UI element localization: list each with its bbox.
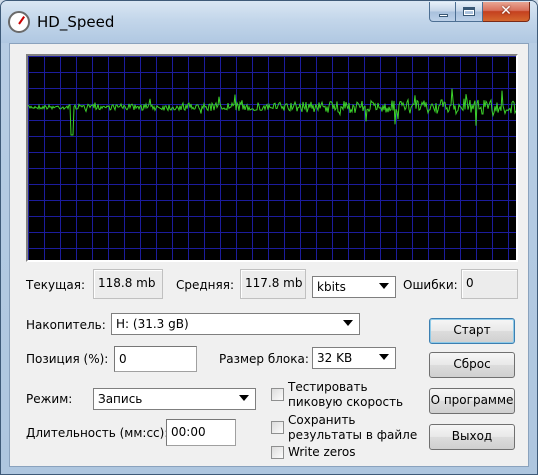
peak-speed-checkbox[interactable] <box>271 388 284 401</box>
close-button[interactable]: ✕ <box>483 2 530 22</box>
start-button[interactable]: Старт <box>429 318 515 344</box>
peak-speed-label: Тестировать пиковую скорость <box>288 380 403 410</box>
position-label: Позиция (%): <box>26 352 109 366</box>
block-size-value: 32 KB <box>317 351 353 365</box>
drive-select[interactable]: H: (31.3 gB) <box>111 313 360 335</box>
about-button[interactable]: О программе <box>429 388 515 414</box>
chevron-down-icon <box>379 283 389 289</box>
position-input[interactable]: 0 <box>114 346 197 372</box>
unit-select[interactable]: kbits <box>312 276 396 298</box>
speed-trace <box>28 88 516 136</box>
write-zeros-label: Write zeros <box>288 445 356 459</box>
mode-label: Режим: <box>26 392 73 406</box>
close-icon: ✕ <box>500 3 512 19</box>
save-results-label-line1: Сохранить <box>288 413 356 427</box>
client-area: Текущая: 118.8 mb Средняя: 117.8 mb kbit… <box>9 43 529 467</box>
duration-label: Длительность (мм:сс): <box>26 426 169 440</box>
errors-label: Ошибки: <box>403 278 458 292</box>
drive-label: Накопитель: <box>26 318 106 332</box>
speed-graph <box>26 54 518 262</box>
drive-select-value: H: (31.3 gB) <box>116 317 189 331</box>
minimize-button[interactable] <box>429 2 456 22</box>
speedometer-icon[interactable] <box>8 11 30 33</box>
reset-button[interactable]: Сброс <box>429 352 515 378</box>
save-results-label: Сохранить результаты в файле <box>288 413 417 443</box>
chevron-down-icon <box>379 354 389 360</box>
mode-select[interactable]: Запись <box>93 388 256 410</box>
block-size-label: Размер блока: <box>219 352 309 366</box>
write-zeros-checkbox[interactable] <box>271 446 284 459</box>
peak-speed-label-line2: пиковую скорость <box>288 395 404 409</box>
window-title: HD_Speed <box>37 13 115 31</box>
caption-buttons: ✕ <box>429 2 530 22</box>
duration-input[interactable]: 00:00 <box>166 419 236 446</box>
average-speed-label: Средняя: <box>176 278 235 292</box>
current-speed-label: Текущая: <box>26 278 85 292</box>
mode-select-value: Запись <box>98 392 143 406</box>
save-results-label-line2: результаты в файле <box>288 428 418 442</box>
chevron-down-icon <box>239 395 249 401</box>
unit-select-value: kbits <box>317 280 346 294</box>
peak-speed-label-line1: Тестировать <box>288 380 368 394</box>
chevron-down-icon <box>343 320 353 326</box>
maximize-button[interactable] <box>456 2 483 22</box>
title-bar[interactable]: HD_Speed ✕ <box>1 1 537 43</box>
app-window: HD_Speed ✕ Текущая: 118.8 mb Средняя: 11… <box>0 0 538 475</box>
speed-graph-canvas <box>28 56 516 260</box>
current-speed-value: 118.8 mb <box>93 269 163 299</box>
save-results-checkbox[interactable] <box>271 421 284 434</box>
maximize-icon <box>463 7 475 16</box>
average-speed-value: 117.8 mb <box>240 269 306 299</box>
minimize-icon <box>439 14 448 17</box>
exit-button[interactable]: Выход <box>429 424 515 450</box>
block-size-select[interactable]: 32 KB <box>312 347 396 369</box>
errors-value: 0 <box>461 269 518 299</box>
